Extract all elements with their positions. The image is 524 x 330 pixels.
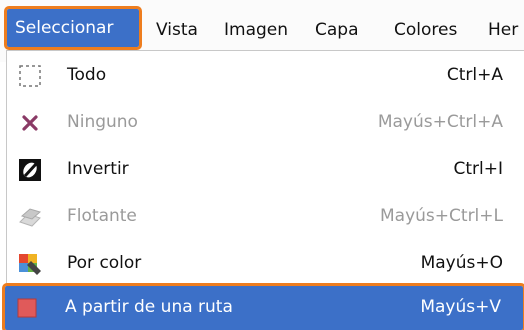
menu-capa[interactable]: Capa bbox=[315, 14, 359, 46]
select-none-icon bbox=[17, 110, 43, 136]
menu-item-flotante[interactable]: Flotante Mayús+Ctrl+L bbox=[7, 195, 524, 239]
menu-item-label: Invertir bbox=[67, 159, 129, 179]
menu-item-ninguno[interactable]: Ninguno Mayús+Ctrl+A bbox=[7, 101, 524, 145]
menu-item-invertir[interactable]: Invertir Ctrl+I bbox=[7, 148, 524, 192]
float-selection-icon bbox=[17, 204, 43, 230]
menu-item-shortcut: Mayús+V bbox=[420, 297, 501, 317]
menu-item-label: Ninguno bbox=[67, 112, 138, 132]
menu-item-label: A partir de una ruta bbox=[65, 297, 233, 317]
select-by-color-icon bbox=[17, 251, 43, 277]
seleccionar-dropdown-menu: Todo Ctrl+A Ninguno Mayús+Ctrl+A Inverti… bbox=[2, 50, 524, 330]
menu-item-label: Flotante bbox=[67, 206, 137, 226]
menu-imagen[interactable]: Imagen bbox=[224, 14, 288, 46]
menu-item-shortcut: Mayús+Ctrl+L bbox=[380, 206, 503, 226]
menu-item-shortcut: Mayús+O bbox=[420, 253, 503, 273]
menu-colores[interactable]: Colores bbox=[394, 14, 457, 46]
menu-item-a-partir-de-una-ruta[interactable]: A partir de una ruta Mayús+V bbox=[2, 283, 524, 330]
selection-from-path-icon bbox=[15, 295, 41, 321]
invert-selection-icon bbox=[17, 157, 43, 183]
select-all-icon bbox=[17, 63, 43, 89]
menu-item-por-color[interactable]: Por color Mayús+O bbox=[7, 242, 524, 286]
menu-item-label: Por color bbox=[67, 253, 142, 273]
menu-seleccionar[interactable]: Seleccionar bbox=[4, 6, 142, 50]
menu-item-shortcut: Mayús+Ctrl+A bbox=[377, 112, 503, 132]
menu-seleccionar-label: Seleccionar bbox=[15, 18, 114, 38]
menu-item-shortcut: Ctrl+A bbox=[446, 65, 503, 85]
menu-item-label: Todo bbox=[67, 65, 107, 85]
menu-item-shortcut: Ctrl+I bbox=[453, 159, 503, 179]
menu-item-todo[interactable]: Todo Ctrl+A bbox=[7, 54, 524, 98]
menu-herramientas[interactable]: Her bbox=[488, 14, 518, 46]
menu-vista[interactable]: Vista bbox=[156, 14, 198, 46]
